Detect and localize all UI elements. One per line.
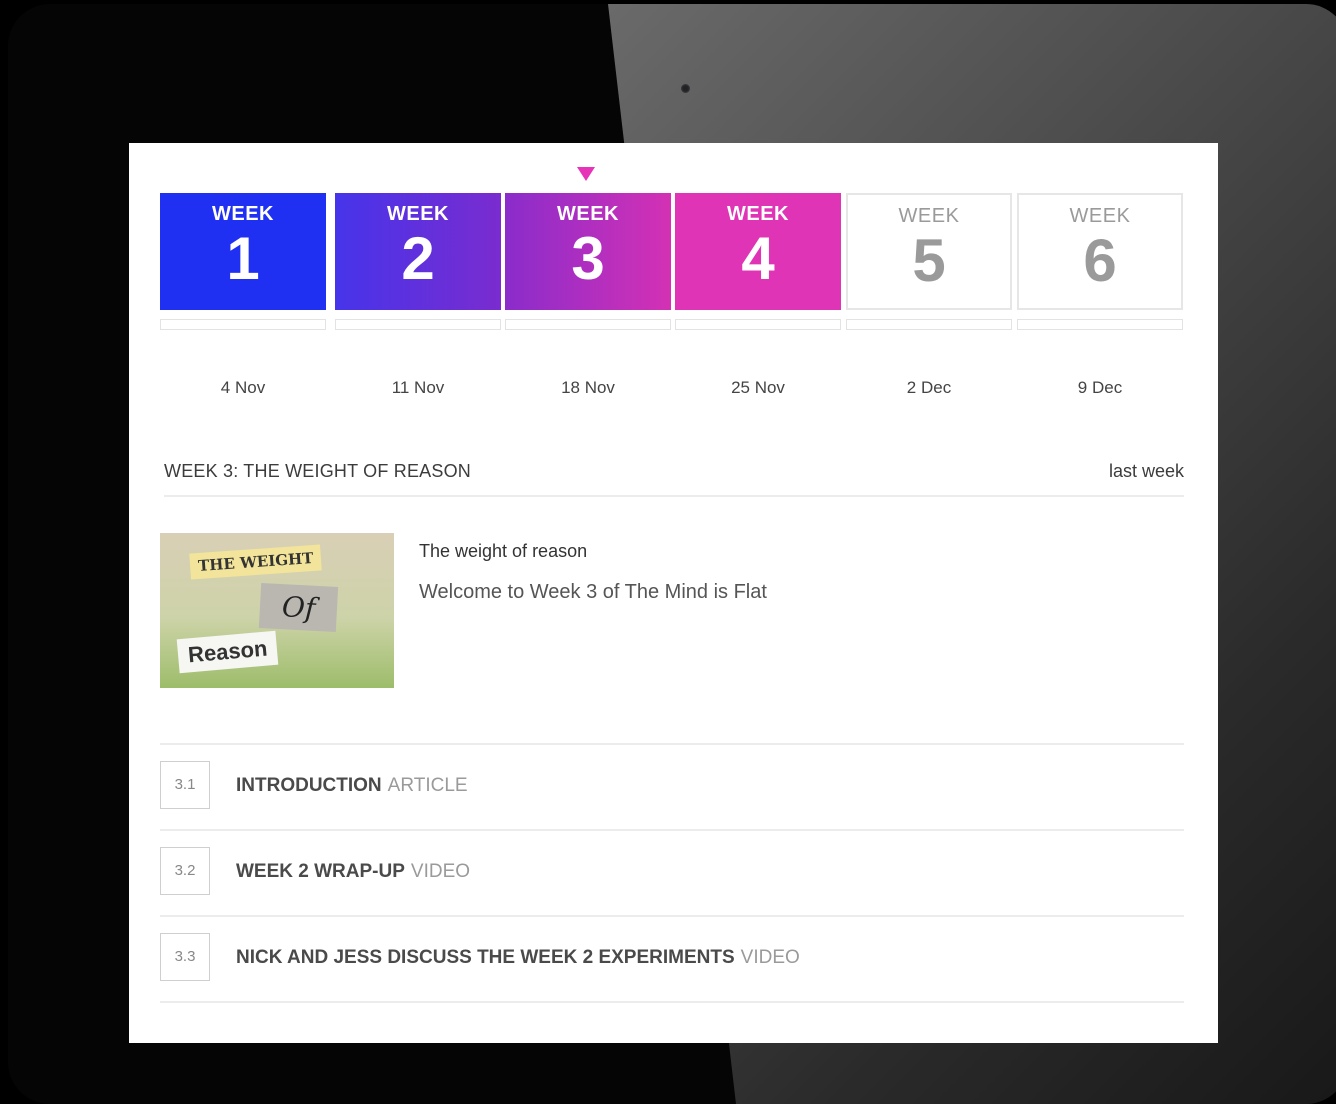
week-tile-3[interactable]: WEEK 3 [505, 193, 671, 310]
week-tile-number: 3 [571, 225, 605, 292]
week-tile-label: WEEK [387, 203, 449, 225]
step-number: 3.2 [160, 847, 210, 895]
week-tile-number: 2 [401, 225, 435, 292]
week-progress-bar [160, 319, 326, 330]
week-tile-label: WEEK [212, 203, 274, 225]
week-item-4: WEEK 4 [675, 193, 841, 330]
week-tile-2[interactable]: WEEK 2 [335, 193, 501, 310]
thumbnail-text-line3: Reason [176, 630, 279, 674]
week-tile-label: WEEK [557, 203, 619, 225]
step-title: WEEK 2 WRAP-UP [236, 861, 405, 882]
section-header: WEEK 3: THE WEIGHT OF REASON last week [164, 461, 1184, 497]
week-tile-5[interactable]: WEEK 5 [846, 193, 1012, 310]
week-tile-number: 5 [912, 227, 946, 294]
week-item-1: WEEK 1 [160, 193, 326, 330]
week-tile-1[interactable]: WEEK 1 [160, 193, 326, 310]
week-progress-bar [1017, 319, 1183, 330]
week-navigation: WEEK 1 WEEK 2 WEEK 3 WEEK 4 WEEK 5 WEEK … [160, 193, 1185, 333]
screen: WEEK 1 WEEK 2 WEEK 3 WEEK 4 WEEK 5 WEEK … [129, 143, 1218, 1043]
week-progress-bar [335, 319, 501, 330]
week-date-5: 2 Dec [906, 378, 952, 397]
week-date-6: 9 Dec [1077, 378, 1123, 397]
week-progress-bar [505, 319, 671, 330]
week-tile-label: WEEK [898, 205, 960, 227]
step-type: ARTICLE [387, 775, 468, 796]
step-title-row: INTRODUCTION ARTICLE [236, 775, 468, 797]
week-item-3: WEEK 3 [505, 193, 671, 330]
week-tile-4[interactable]: WEEK 4 [675, 193, 841, 310]
week-date-3: 18 Nov [561, 378, 615, 397]
step-item-3-2[interactable]: 3.2 WEEK 2 WRAP-UP VIDEO [160, 829, 1184, 915]
section-title: WEEK 3: THE WEIGHT OF REASON [164, 461, 471, 481]
step-item-3-1[interactable]: 3.1 INTRODUCTION ARTICLE [160, 743, 1184, 829]
thumbnail-text-line2: Of [258, 583, 339, 632]
step-title-row: WEEK 2 WRAP-UP VIDEO [236, 861, 470, 883]
week-tile-number: 4 [741, 225, 775, 292]
week-item-5: WEEK 5 [846, 193, 1012, 330]
step-title-row: NICK AND JESS DISCUSS THE WEEK 2 EXPERIM… [236, 947, 800, 969]
current-week-marker-icon [577, 167, 595, 181]
step-number: 3.1 [160, 761, 210, 809]
last-week-link[interactable]: last week [1109, 461, 1184, 482]
step-type: VIDEO [740, 947, 800, 968]
week-tile-label: WEEK [727, 203, 789, 225]
step-number: 3.3 [160, 933, 210, 981]
week-tile-number: 6 [1083, 227, 1117, 294]
week-tile-number: 1 [226, 225, 260, 292]
thumbnail-text-line1: THE WEIGHT [189, 544, 323, 580]
intro-text: Welcome to Week 3 of The Mind is Flat [419, 581, 767, 603]
step-title: INTRODUCTION [236, 775, 382, 796]
week-thumbnail[interactable]: THE WEIGHT Of Reason [160, 533, 394, 688]
step-type: VIDEO [410, 861, 471, 882]
week-tile-6[interactable]: WEEK 6 [1017, 193, 1183, 310]
week-date-4: 25 Nov [731, 378, 785, 397]
week-item-6: WEEK 6 [1017, 193, 1183, 330]
week-progress-bar [846, 319, 1012, 330]
step-list: 3.1 INTRODUCTION ARTICLE 3.2 WEEK 2 WRAP-… [160, 743, 1184, 1003]
week-item-2: WEEK 2 [335, 193, 501, 330]
week-date-1: 4 Nov [220, 378, 266, 397]
week-tile-label: WEEK [1069, 205, 1131, 227]
week-progress-bar [675, 319, 841, 330]
intro-title: The weight of reason [419, 541, 588, 561]
step-title: NICK AND JESS DISCUSS THE WEEK 2 EXPERIM… [236, 947, 735, 968]
camera-dot [681, 84, 690, 93]
week-date-2: 11 Nov [391, 378, 445, 397]
step-item-3-3[interactable]: 3.3 NICK AND JESS DISCUSS THE WEEK 2 EXP… [160, 915, 1184, 1003]
